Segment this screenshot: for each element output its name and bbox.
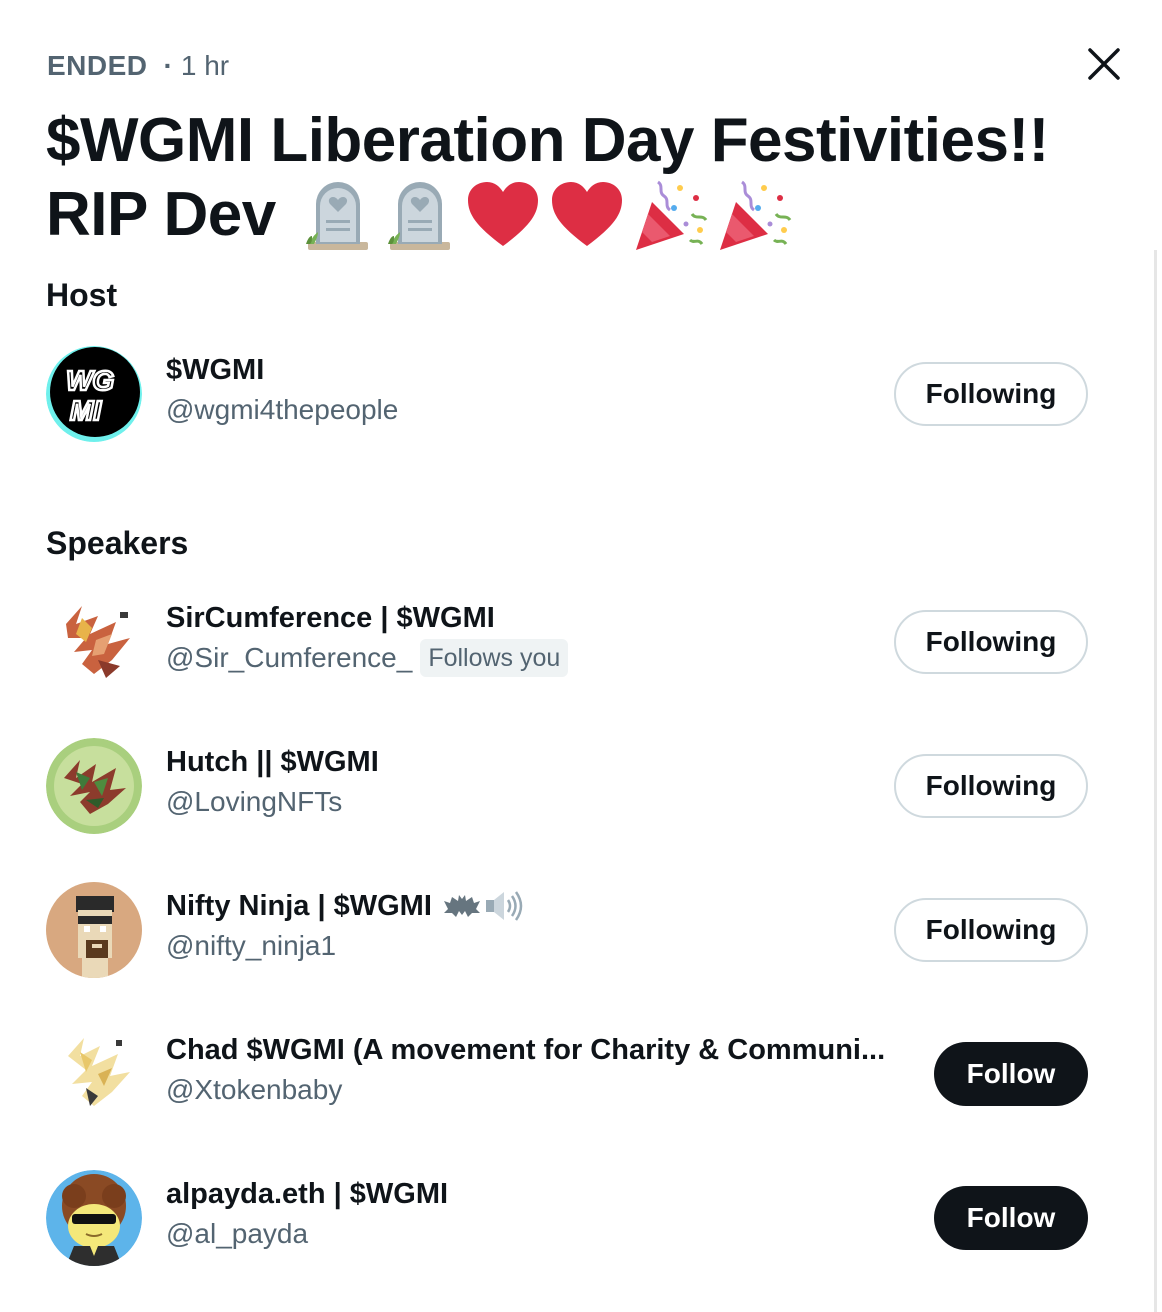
host-heading: Host [46, 277, 118, 313]
space-duration: 1 hr [180, 50, 230, 81]
avatar[interactable] [46, 594, 142, 690]
scrollbar[interactable] [1154, 250, 1157, 1312]
user-info: Hutch || $WGMI @LovingNFTs [166, 742, 906, 822]
close-icon [1088, 48, 1120, 80]
user-info: alpayda.eth | $WGMI @al_payda [166, 1174, 906, 1254]
user-handle[interactable]: @LovingNFTs [166, 782, 906, 822]
user-display-name[interactable]: Hutch || $WGMI [166, 742, 906, 782]
speaker-row[interactable]: alpayda.eth | $WGMI @al_payda Follow [46, 1170, 1088, 1266]
user-display-name[interactable]: $WGMI [166, 350, 906, 390]
status-label: ENDED [47, 50, 148, 81]
user-display-name[interactable]: Nifty Ninja | $WGMI [166, 886, 906, 926]
follows-you-badge: Follows you [420, 639, 569, 677]
red-heart-emoji-icon [551, 182, 622, 246]
following-button[interactable]: Following [894, 898, 1088, 962]
user-info: Nifty Ninja | $WGMI @nifty_ninja1 [166, 886, 906, 966]
party-popper-emoji-icon [719, 180, 791, 250]
user-display-name[interactable]: alpayda.eth | $WGMI [166, 1174, 906, 1214]
avatar[interactable] [46, 882, 142, 978]
speaker-high-volume-emoji-icon [485, 891, 523, 921]
user-handle-text[interactable]: @Sir_Cumference_ [166, 638, 412, 678]
space-title-line-2: RIP Dev [46, 178, 1106, 252]
space-title-line-1: $WGMI Liberation Day Festivities!! [46, 106, 1049, 175]
close-button[interactable] [1080, 40, 1128, 88]
user-handle[interactable]: @al_payda [166, 1214, 906, 1254]
follow-button[interactable]: Follow [934, 1042, 1088, 1106]
svg-text:MI: MI [70, 395, 102, 426]
user-handle[interactable]: @wgmi4thepeople [166, 390, 906, 430]
party-popper-emoji-icon [635, 180, 707, 250]
space-details-panel: ENDED · 1 hr $WGMI Liberation Day Festiv… [0, 0, 1162, 1312]
speakers-heading: Speakers [46, 525, 189, 561]
user-info: $WGMI @wgmi4thepeople [166, 350, 906, 430]
speaker-row[interactable]: SirCumference | $WGMI @Sir_Cumference_ F… [46, 594, 1088, 690]
red-heart-emoji-icon [467, 182, 538, 246]
bat-emoji-icon [443, 895, 480, 917]
status-separator: · [163, 50, 173, 81]
following-button[interactable]: Following [894, 754, 1088, 818]
user-handle[interactable]: @nifty_ninja1 [166, 926, 906, 966]
title-emojis [302, 178, 792, 252]
follow-button[interactable]: Follow [934, 1186, 1088, 1250]
speaker-row[interactable]: Chad $WGMI (A movement for Charity & Com… [46, 1026, 1088, 1122]
avatar[interactable] [46, 1026, 142, 1122]
user-handle[interactable]: @Xtokenbaby [166, 1070, 906, 1110]
speaker-row[interactable]: Nifty Ninja | $WGMI @nifty_ninja1 Follow… [46, 882, 1088, 978]
space-title-text: RIP Dev [46, 180, 276, 249]
following-button[interactable]: Following [894, 362, 1088, 426]
host-row[interactable]: WG MI $WGMI @wgmi4thepeople Following [46, 346, 1088, 442]
headstone-emoji-icon [305, 182, 368, 250]
headstone-emoji-icon [387, 182, 450, 250]
user-display-name[interactable]: SirCumference | $WGMI [166, 598, 906, 638]
user-info: SirCumference | $WGMI @Sir_Cumference_ F… [166, 598, 906, 678]
avatar[interactable] [46, 738, 142, 834]
user-display-name[interactable]: Chad $WGMI (A movement for Charity & Com… [166, 1030, 906, 1070]
speaker-row[interactable]: Hutch || $WGMI @LovingNFTs Following [46, 738, 1088, 834]
svg-text:WG: WG [66, 365, 114, 396]
avatar[interactable]: WG MI [46, 346, 142, 442]
space-title: $WGMI Liberation Day Festivities!! RIP D… [46, 104, 1106, 252]
user-info: Chad $WGMI (A movement for Charity & Com… [166, 1030, 906, 1110]
user-handle[interactable]: @Sir_Cumference_ Follows you [166, 638, 906, 678]
space-status: ENDED · 1 hr [47, 50, 229, 82]
avatar[interactable] [46, 1170, 142, 1266]
following-button[interactable]: Following [894, 610, 1088, 674]
